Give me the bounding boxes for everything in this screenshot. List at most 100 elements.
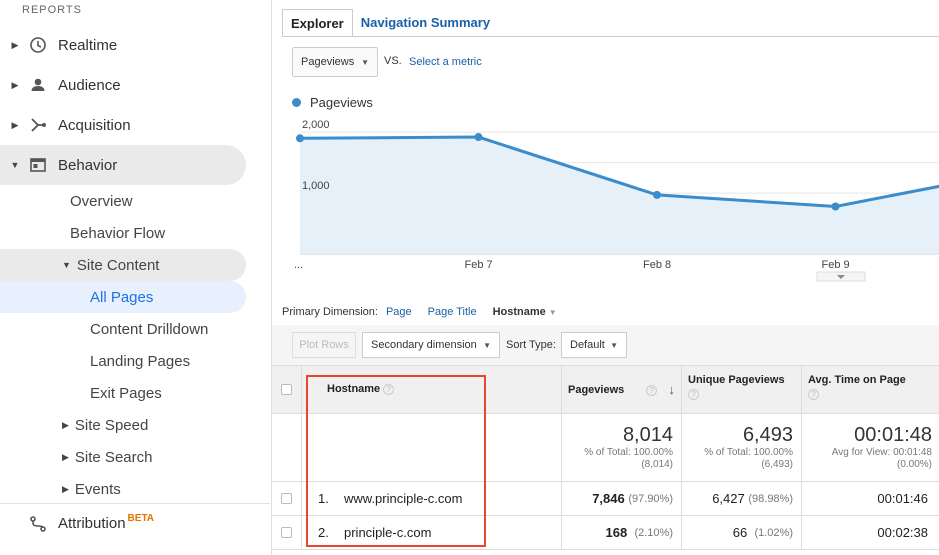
totals-avg-time-cell: 00:01:48 Avg for View: 00:01:48 (0.00%) (802, 414, 939, 482)
column-header-unique-pageviews[interactable]: Unique Pageviews ? (682, 366, 802, 414)
avg-time-value: 00:01:46 (877, 491, 928, 506)
expand-caret-icon[interactable]: ▶ (0, 40, 24, 51)
sidebar-item-label: Audience (58, 76, 121, 94)
sidebar: REPORTS ▶ Realtime ▶ Audience ▶ Acquisit… (0, 0, 270, 555)
sidebar-item-label: Realtime (58, 36, 118, 54)
tab-navigation-summary[interactable]: Navigation Summary (353, 9, 498, 37)
dropdown-arrow-icon: ▼ (361, 57, 369, 67)
dimension-option-hostname[interactable]: Hostname (493, 306, 546, 318)
sidebar-item-exit-pages[interactable]: Exit Pages (90, 377, 162, 409)
behavior-icon (24, 156, 52, 174)
sidebar-item-realtime[interactable]: ▶ Realtime (0, 25, 246, 65)
attribution-icon (24, 515, 52, 533)
chart-y-tick-label: 2,000 (302, 119, 330, 131)
row-checkbox[interactable] (281, 493, 292, 504)
person-icon (24, 76, 52, 94)
expand-caret-icon[interactable]: ▶ (62, 452, 69, 463)
sidebar-item-label: Site Content (76, 256, 160, 274)
sidebar-item-site-content[interactable]: ▼ Site Content (0, 249, 246, 281)
select-metric-link[interactable]: Select a metric (409, 56, 482, 68)
pageviews-percent: (2.10%) (634, 526, 673, 539)
sidebar-item-attribution[interactable]: Attribution BETA (0, 503, 270, 543)
expand-caret-icon[interactable]: ▶ (62, 484, 69, 495)
dimension-option-page-title[interactable]: Page Title (428, 306, 477, 318)
sort-type-label: Sort Type: (506, 339, 556, 351)
legend-dot-icon (292, 98, 301, 107)
table-row-pageviews: 168 (2.10%) (562, 516, 682, 550)
avg-time-value: 00:02:38 (877, 525, 928, 540)
table-row-pageviews: 7,846 (97.90%) (562, 482, 682, 516)
help-icon[interactable]: ? (808, 389, 819, 400)
sidebar-item-behavior-flow[interactable]: Behavior Flow (70, 217, 165, 249)
dropdown-arrow-icon: ▼ (610, 340, 618, 350)
sidebar-item-label: Site Speed (74, 416, 149, 434)
sidebar-item-label: Landing Pages (90, 352, 191, 370)
sidebar-item-landing-pages[interactable]: Landing Pages (90, 345, 190, 377)
sidebar-item-content-drilldown[interactable]: Content Drilldown (90, 313, 208, 345)
report-tabs: Explorer Navigation Summary (282, 9, 498, 37)
collapse-caret-icon[interactable]: ▼ (0, 160, 24, 170)
sidebar-item-site-search[interactable]: ▶ Site Search (62, 441, 152, 473)
expand-caret-icon[interactable]: ▶ (0, 120, 24, 131)
table-row-avg-time: 00:02:38 (802, 516, 939, 550)
reports-section-label: REPORTS (22, 4, 82, 16)
chart-x-tick-label: Feb 8 (643, 259, 671, 271)
totals-percent-value: (6,493) (761, 459, 793, 470)
column-header-label: Unique Pageviews (688, 374, 785, 386)
sort-type-dropdown[interactable]: Default ▼ (561, 332, 627, 358)
help-icon[interactable]: ? (688, 389, 699, 400)
sidebar-item-all-pages[interactable]: All Pages (0, 281, 246, 313)
table-row-unique: 66 (1.02%) (682, 516, 802, 550)
sidebar-item-overview[interactable]: Overview (70, 185, 133, 217)
pageviews-value: 7,846 (592, 491, 625, 506)
sidebar-item-acquisition[interactable]: ▶ Acquisition (0, 105, 246, 145)
column-header-pageviews[interactable]: Pageviews? ↓ (562, 366, 682, 414)
data-table: Hostname? Pageviews? ↓ Unique Pageviews … (272, 365, 939, 550)
pageviews-value: 168 (605, 525, 628, 540)
column-header-avg-time[interactable]: Avg. Time on Page ? (802, 366, 939, 414)
sidebar-item-audience[interactable]: ▶ Audience (0, 65, 246, 105)
chart-area-fill (300, 137, 939, 254)
sidebar-item-label: Site Search (74, 448, 153, 466)
tab-explorer[interactable]: Explorer (282, 9, 353, 37)
unique-value: 66 (732, 525, 748, 540)
expand-caret-icon[interactable]: ▶ (0, 80, 24, 91)
sidebar-item-events[interactable]: ▶ Events (62, 473, 121, 505)
totals-pageviews-cell: 8,014 % of Total: 100.00% (8,014) (562, 414, 682, 482)
expand-caret-icon[interactable]: ▶ (62, 420, 69, 431)
chart-data-point[interactable] (296, 134, 304, 143)
sort-descending-icon[interactable]: ↓ (669, 382, 676, 397)
sidebar-item-label: Attribution (58, 515, 126, 532)
row-checkbox[interactable] (281, 527, 292, 538)
sidebar-item-label: Behavior (58, 156, 118, 174)
chart-y-tick-label: 1,000 (302, 180, 330, 192)
chart-data-point[interactable] (474, 133, 483, 142)
chart-x-tick-label: Feb 7 (465, 259, 493, 271)
help-icon[interactable]: ? (646, 385, 658, 396)
sidebar-item-label: Acquisition (58, 116, 131, 134)
chevron-down-icon[interactable]: ▼ (549, 308, 557, 317)
table-row-avg-time: 00:01:46 (802, 482, 939, 516)
sidebar-item-site-speed[interactable]: ▶ Site Speed (62, 409, 148, 441)
chart-data-point[interactable] (831, 202, 840, 211)
sort-type-value: Default (570, 339, 605, 351)
metric-dropdown[interactable]: Pageviews ▼ (292, 47, 378, 77)
select-all-checkbox[interactable] (281, 384, 292, 395)
unique-percent: (98.98%) (748, 492, 793, 505)
metric-dropdown-value: Pageviews (301, 56, 355, 68)
secondary-dimension-dropdown[interactable]: Secondary dimension ▼ (362, 332, 500, 358)
table-row-unique: 6,427 (98.98%) (682, 482, 802, 516)
tab-divider (282, 36, 939, 37)
secondary-dimension-label: Secondary dimension (371, 339, 477, 351)
plot-rows-button[interactable]: Plot Rows (292, 332, 356, 358)
collapse-caret-icon[interactable]: ▼ (62, 260, 71, 270)
dimension-option-page[interactable]: Page (386, 306, 412, 318)
chart-data-point[interactable] (653, 190, 661, 199)
vs-label: VS. (384, 55, 402, 67)
column-header-label: Avg. Time on Page (808, 374, 906, 386)
sidebar-item-behavior[interactable]: ▼ Behavior (0, 145, 246, 185)
acquisition-icon (24, 116, 52, 134)
chart-legend: Pageviews (292, 95, 373, 110)
unique-percent: (1.02%) (754, 526, 793, 539)
pageviews-line-chart[interactable]: 2,000 1,000... Feb 7 Feb 8 Feb 9 (272, 112, 939, 282)
